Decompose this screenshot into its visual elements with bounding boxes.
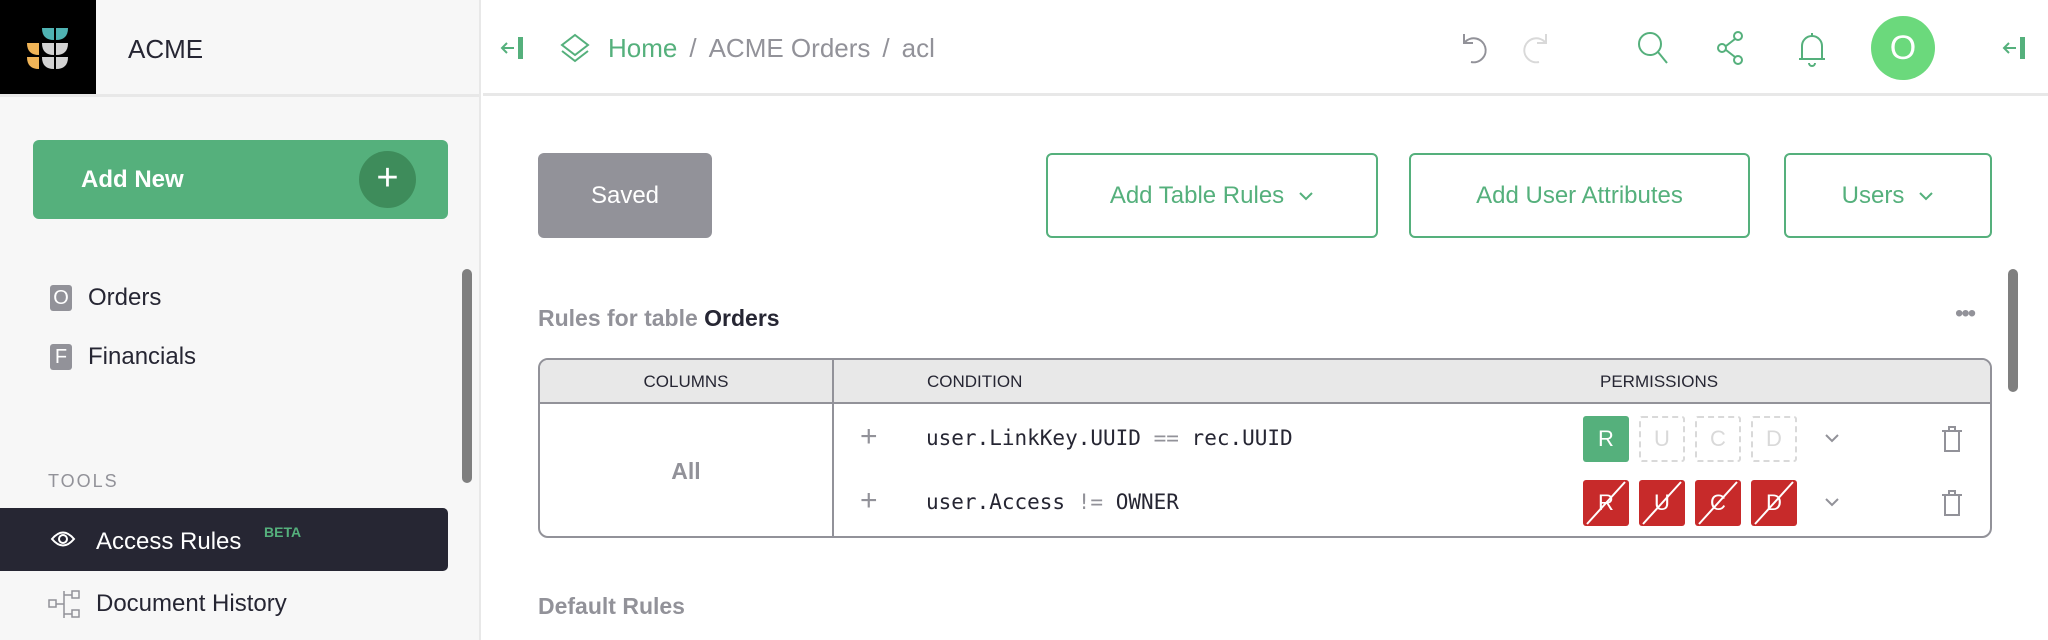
rules-table: COLUMNS CONDITION PERMISSIONS All + user… — [538, 358, 1992, 538]
chevron-down-icon[interactable] — [1824, 433, 1840, 443]
plus-icon: + — [359, 151, 416, 208]
sidebar-item-label: Orders — [88, 284, 162, 311]
breadcrumb-document[interactable]: ACME Orders — [709, 33, 871, 64]
chevron-down-icon — [1299, 191, 1313, 200]
sidebar-item-label: Document History — [96, 590, 287, 617]
saved-button[interactable]: Saved — [538, 153, 712, 238]
collapse-right-panel-icon[interactable] — [2002, 35, 2028, 61]
breadcrumb-separator: / — [882, 33, 890, 63]
search-icon[interactable] — [1636, 30, 1670, 66]
main-scrollbar[interactable] — [2008, 269, 2018, 392]
permission-update-unset[interactable]: U — [1639, 416, 1685, 462]
add-new-button[interactable]: Add New + — [33, 140, 448, 219]
permission-read-deny[interactable]: R — [1583, 480, 1629, 526]
permission-read-allow[interactable]: R — [1583, 416, 1629, 462]
rules-section-title: Rules for table Orders — [538, 305, 780, 332]
condition-text[interactable]: user.LinkKey.UUID == rec.UUID — [926, 426, 1293, 450]
users-button[interactable]: Users — [1784, 153, 1992, 238]
table-header: COLUMNS CONDITION PERMISSIONS — [540, 360, 1990, 404]
add-new-label: Add New — [81, 166, 184, 193]
strike-icon — [1586, 481, 1626, 525]
sidebar-item-document-history[interactable]: Document History — [48, 589, 287, 619]
add-table-rules-button[interactable]: Add Table Rules — [1046, 153, 1378, 238]
doc-badge: F — [50, 344, 72, 370]
collapse-left-panel-icon[interactable] — [500, 35, 526, 61]
sidebar-scrollbar[interactable] — [462, 269, 472, 483]
breadcrumb-page: acl — [901, 33, 935, 63]
more-options-icon[interactable]: ••• — [1955, 300, 1976, 328]
trash-icon[interactable] — [1940, 488, 1964, 518]
app-logo[interactable] — [0, 0, 96, 96]
undo-icon[interactable] — [1456, 30, 1490, 66]
permission-update-deny[interactable]: U — [1639, 480, 1685, 526]
trash-icon[interactable] — [1940, 424, 1964, 454]
redo-icon[interactable] — [1520, 30, 1554, 66]
eye-icon — [50, 531, 76, 547]
table-row: + user.Access != OWNER R U C D — [540, 480, 1990, 528]
strike-icon — [1698, 481, 1738, 525]
breadcrumb-separator: / — [689, 33, 697, 63]
chevron-down-icon[interactable] — [1824, 497, 1840, 507]
add-condition-icon[interactable]: + — [860, 484, 878, 518]
chevron-down-icon — [1919, 191, 1934, 200]
sidebar-item-financials[interactable]: F Financials — [50, 343, 196, 371]
strike-icon — [1754, 481, 1794, 525]
add-user-attributes-button[interactable]: Add User Attributes — [1409, 153, 1750, 238]
tools-heading: TOOLS — [48, 471, 119, 491]
doc-badge: O — [50, 285, 72, 311]
add-condition-icon[interactable]: + — [860, 420, 878, 454]
logo-icon — [27, 28, 68, 69]
condition-text[interactable]: user.Access != OWNER — [926, 490, 1179, 514]
breadcrumb: Home / ACME Orders / acl — [608, 33, 935, 64]
strike-icon — [1642, 481, 1682, 525]
permission-create-deny[interactable]: C — [1695, 480, 1741, 526]
notifications-bell-icon[interactable] — [1796, 30, 1828, 68]
sidebar-item-access-rules[interactable]: Access Rules BETA — [0, 508, 448, 571]
sidebar-item-orders[interactable]: O Orders — [50, 284, 161, 312]
button-label: Add Table Rules — [1109, 181, 1285, 209]
user-avatar[interactable]: O — [1871, 16, 1935, 80]
sidebar-item-label: Financials — [88, 343, 197, 370]
table-row: + user.LinkKey.UUID == rec.UUID R U C D — [540, 416, 1990, 464]
brand-name: ACME — [128, 34, 204, 64]
table-name: Orders — [704, 305, 780, 331]
share-icon[interactable] — [1714, 30, 1746, 66]
divider — [0, 94, 481, 97]
layers-icon — [560, 33, 590, 63]
breadcrumb-home[interactable]: Home — [608, 33, 677, 64]
header-permissions: PERMISSIONS — [1600, 372, 1719, 391]
header-condition: CONDITION — [927, 372, 1023, 391]
button-label: Add User Attributes — [1476, 181, 1683, 209]
sidebar-item-label: Access Rules — [96, 528, 242, 555]
permission-delete-unset[interactable]: D — [1751, 416, 1797, 462]
permission-create-unset[interactable]: C — [1695, 416, 1741, 462]
history-icon — [48, 590, 80, 618]
button-label: Users — [1841, 181, 1905, 209]
beta-badge: BETA — [264, 524, 302, 540]
header-columns: COLUMNS — [643, 372, 729, 391]
permission-delete-deny[interactable]: D — [1751, 480, 1797, 526]
default-rules-title: Default Rules — [538, 593, 685, 619]
title-prefix: Rules for table — [538, 305, 698, 331]
